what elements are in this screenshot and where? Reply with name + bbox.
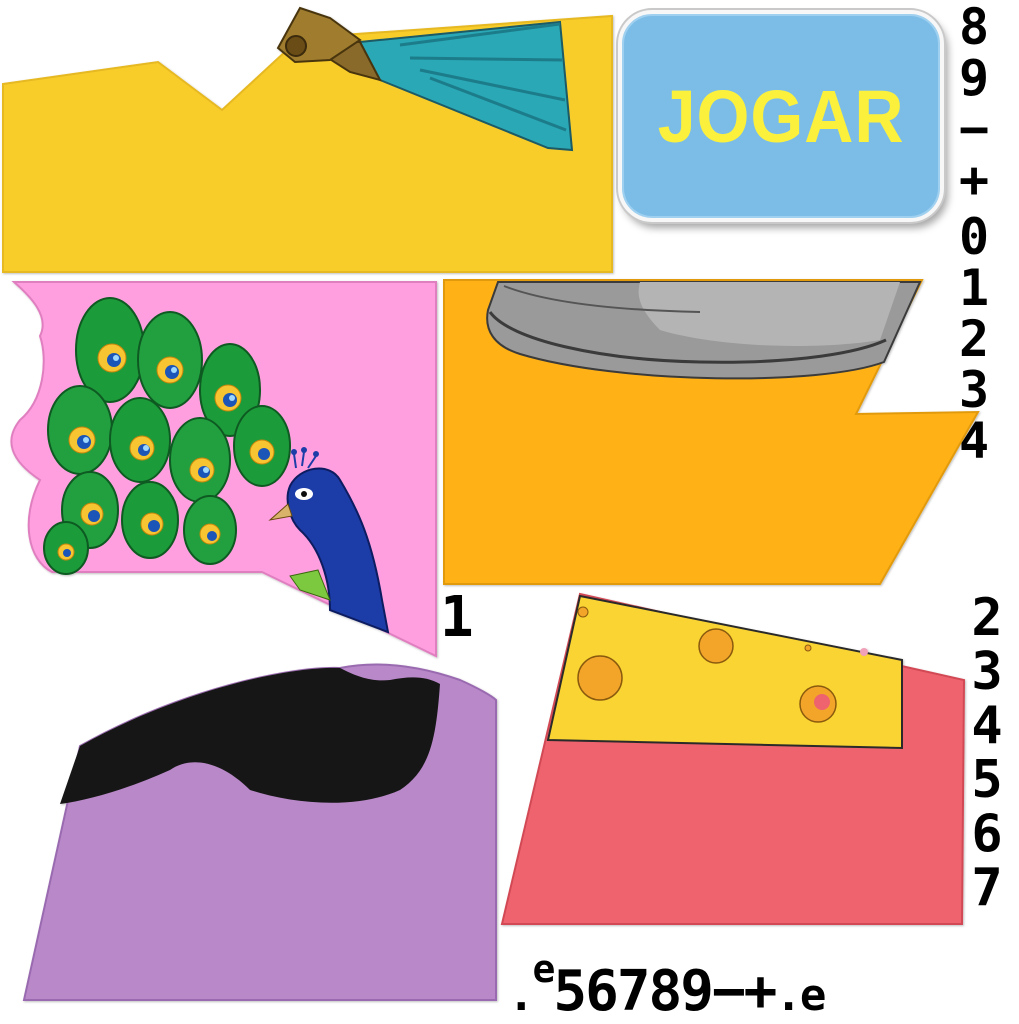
glyph-dot: . [775,970,801,1021]
hair-shape [60,667,440,804]
glyph-column-bottom: 2 3 4 5 6 7 [962,592,1012,916]
glyph: 4 [971,696,1003,756]
cheese-icon [546,594,903,750]
glyph: 9 [958,49,990,107]
glyph: 8 [958,0,990,56]
puzzle-piece-cheese[interactable] [500,592,966,925]
glyph-e: e [799,970,826,1021]
glyph: 3 [958,361,990,419]
glyph: 3 [971,642,1003,702]
glyph-column-top: 8 9 − + 0 1 2 3 4 [950,2,998,467]
glyph: 5 [971,750,1003,810]
glyph: 7 [971,858,1003,918]
puzzle-piece-peacock[interactable] [10,281,437,658]
play-button-label: JOGAR [657,74,905,158]
glyph-row-bottom: .e56789−+.e [508,947,826,1021]
puzzle-piece-yellow-fan[interactable] [2,6,613,273]
glyph: − [958,100,990,158]
glyph: 6 [971,804,1003,864]
glyph-dot: . [508,970,534,1021]
glyph: 1 [958,259,990,317]
glyph-single: 1 [440,585,474,650]
glyph: 4 [958,412,990,470]
puzzle-piece-purple[interactable] [22,663,497,1001]
play-button[interactable]: JOGAR [618,10,944,222]
glyph-main: 56789−+ [553,959,777,1024]
glyph-e: e [532,947,556,991]
glyph: 2 [971,588,1003,648]
glyph: 0 [958,208,990,266]
glyph: + [958,151,990,209]
puzzle-piece-pot[interactable] [443,279,980,585]
glyph: 2 [958,310,990,368]
